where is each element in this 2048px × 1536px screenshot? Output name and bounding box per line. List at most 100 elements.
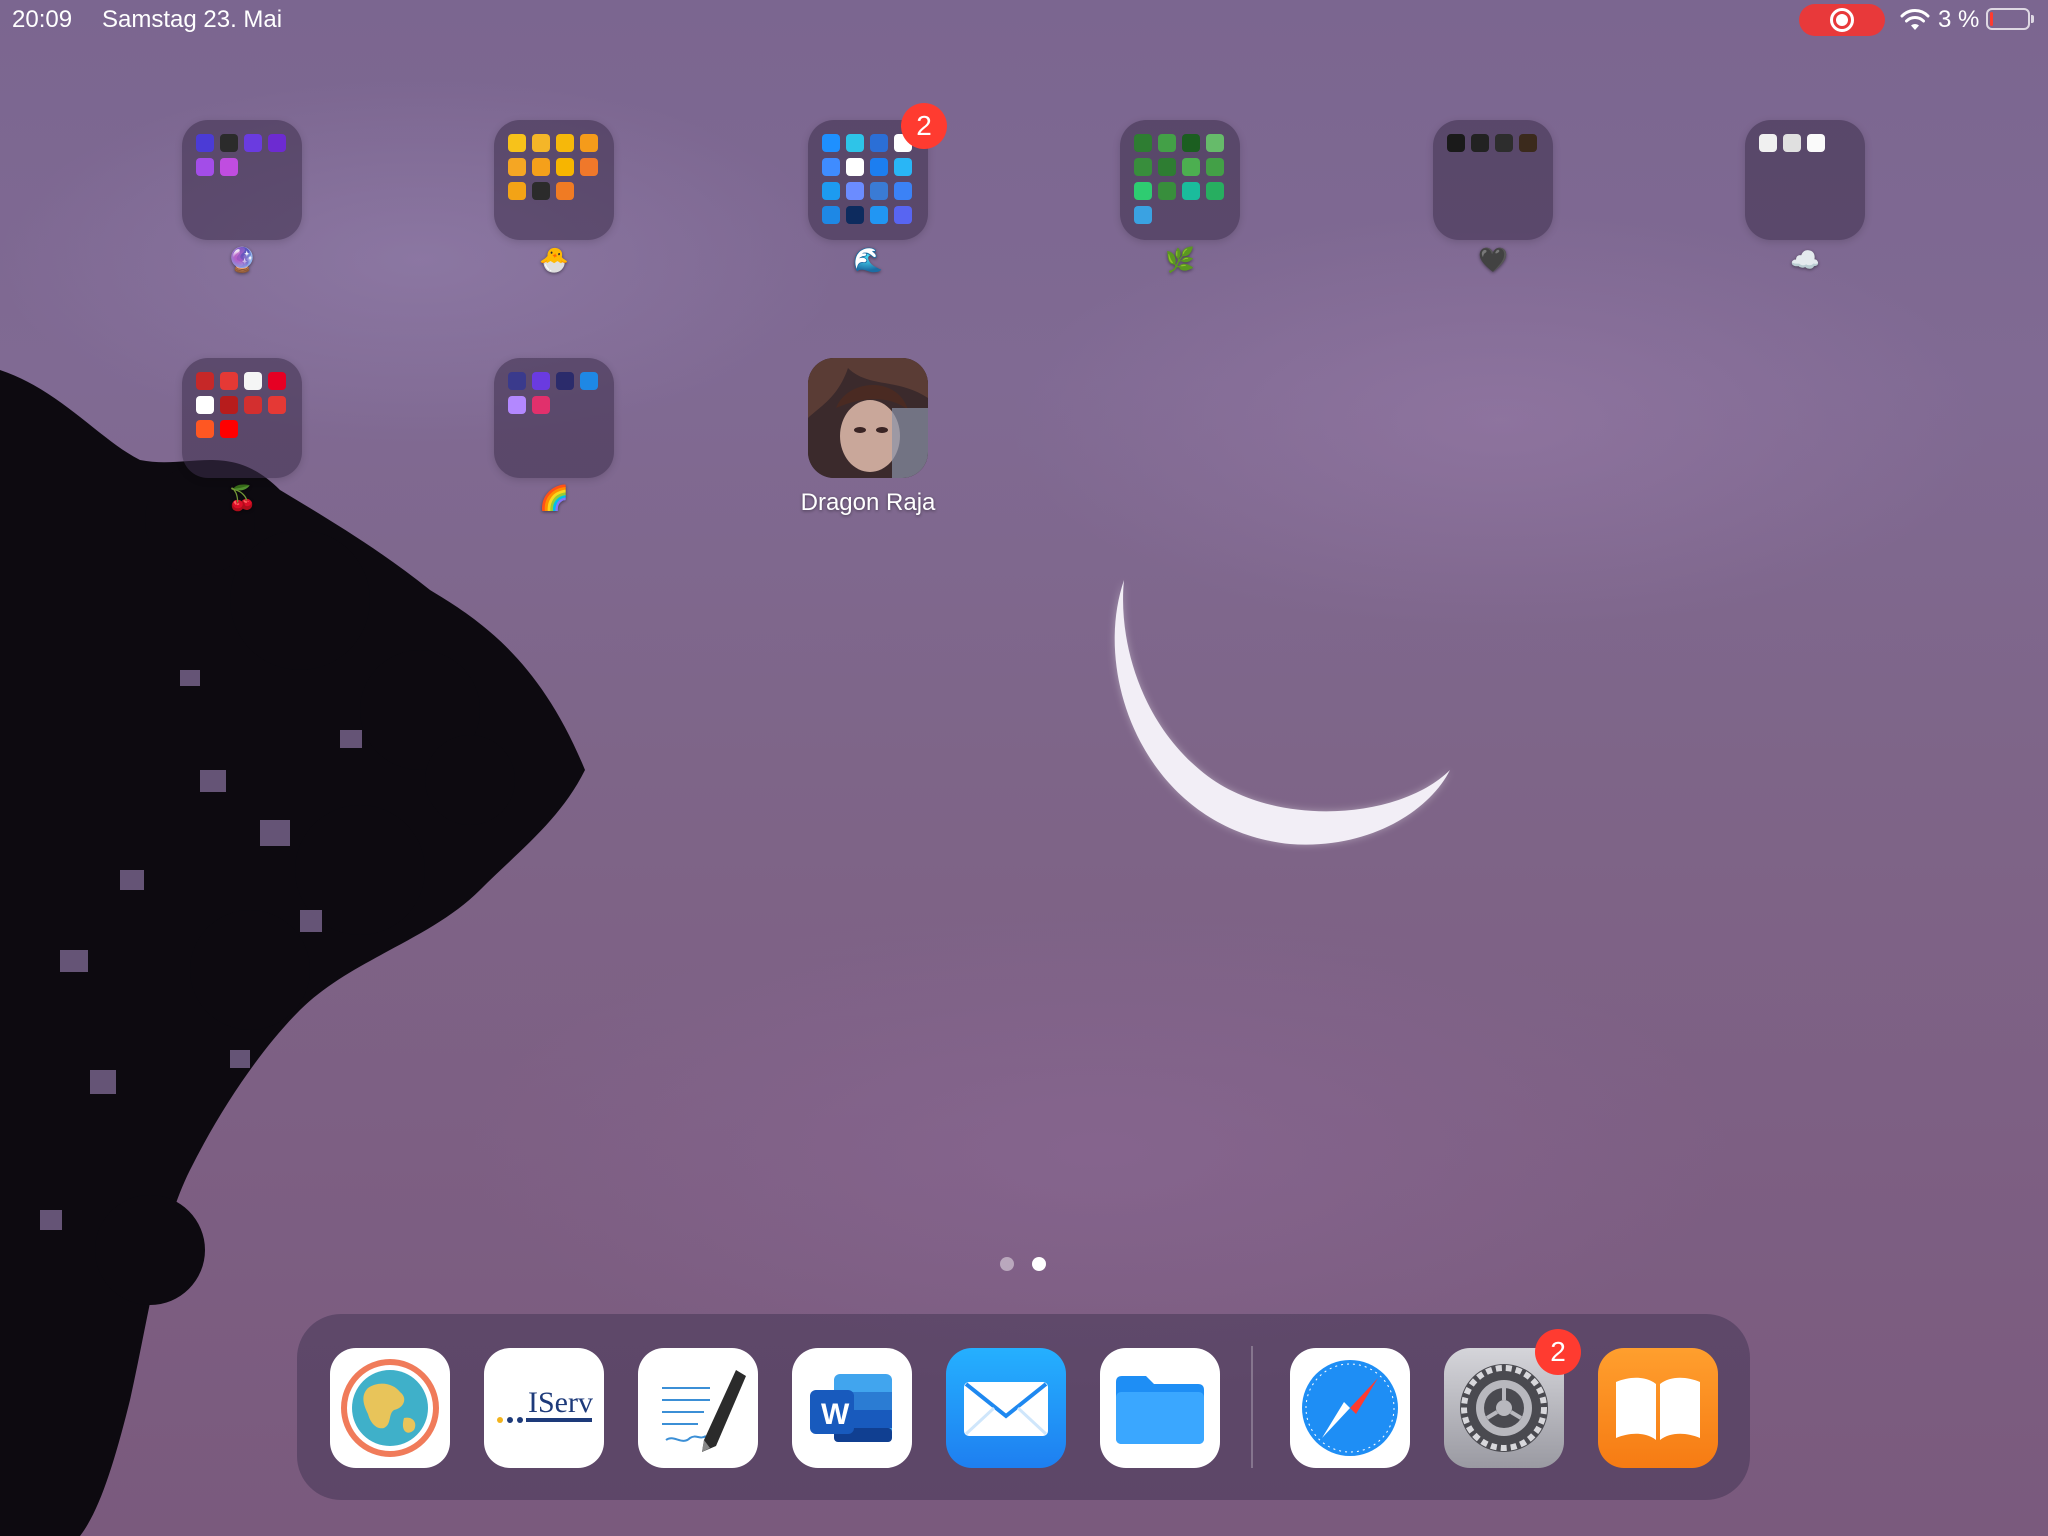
pen-paper-icon <box>662 1370 746 1452</box>
folder-mini-app-icon <box>508 134 526 152</box>
app-folder[interactable] <box>494 120 614 240</box>
folder-mini-app-icon <box>894 206 912 224</box>
folder-mini-app-icon <box>580 158 598 176</box>
settings-notification-badge: 2 <box>1535 1329 1581 1375</box>
folder-mini-app-icon <box>532 396 550 414</box>
folder-mini-app-icon <box>220 134 238 152</box>
folder-mini-app-icon <box>268 396 286 414</box>
folder-mini-app-icon <box>870 158 888 176</box>
folder-mini-app-icon <box>196 372 214 390</box>
folder-mini-app-icon <box>220 372 238 390</box>
app-dragon-raja[interactable] <box>808 358 928 478</box>
word-icon <box>810 1374 892 1442</box>
folder-mini-app-icon <box>870 134 888 152</box>
folder-mini-app-icon <box>1206 158 1224 176</box>
app-folder[interactable] <box>494 358 614 478</box>
page-dot-1[interactable] <box>1000 1257 1014 1271</box>
dragon-raja-icon <box>808 358 928 478</box>
folder-preview-grid <box>1134 134 1226 224</box>
folder-mini-app-icon <box>580 372 598 390</box>
folder-mini-app-icon <box>508 396 526 414</box>
status-date: Samstag 23. Mai <box>102 6 283 33</box>
folder-label: 🍒 <box>227 485 257 512</box>
folder-mini-app-icon <box>532 372 550 390</box>
dock-app-files[interactable] <box>1100 1348 1220 1468</box>
folder-mini-app-icon <box>508 372 526 390</box>
dock-app-google-earth[interactable] <box>330 1348 450 1468</box>
folder-mini-app-icon <box>1158 182 1176 200</box>
page-dot-2[interactable] <box>1032 1257 1046 1271</box>
folder-mini-app-icon <box>556 158 574 176</box>
folder-mini-app-icon <box>196 396 214 414</box>
folder-mini-app-icon <box>894 158 912 176</box>
folder-mini-app-icon <box>1134 206 1152 224</box>
folder-mini-app-icon <box>846 158 864 176</box>
folder-mini-app-icon <box>822 206 840 224</box>
compass-icon <box>1302 1360 1398 1456</box>
page-indicator[interactable] <box>1000 1257 1048 1271</box>
dock-app-iserv[interactable]: IServ <box>484 1348 604 1468</box>
folder-mini-app-icon <box>1134 158 1152 176</box>
folder-mini-app-icon <box>556 134 574 152</box>
folder-preview-grid <box>508 372 600 414</box>
folder-mini-app-icon <box>822 134 840 152</box>
folder-mini-app-icon <box>1783 134 1801 152</box>
folder-mini-app-icon <box>1495 134 1513 152</box>
folder-mini-app-icon <box>846 134 864 152</box>
folder-label: 🌿 <box>1165 247 1195 274</box>
folder-mini-app-icon <box>196 134 214 152</box>
crescent-moon <box>1114 580 1450 845</box>
folder-mini-app-icon <box>870 182 888 200</box>
status-bar: 20:09 Samstag 23. Mai 3 % <box>0 0 2048 40</box>
folder-mini-app-icon <box>196 420 214 438</box>
folder-mini-app-icon <box>1807 134 1825 152</box>
envelope-icon <box>964 1382 1048 1436</box>
dock-separator <box>1251 1346 1253 1468</box>
dock-app-books[interactable] <box>1598 1348 1718 1468</box>
folder-preview-grid <box>1447 134 1539 152</box>
folder-mini-app-icon <box>1158 158 1176 176</box>
battery-percent: 3 % <box>1938 6 1980 33</box>
folder-mini-app-icon <box>268 372 286 390</box>
folder-mini-app-icon <box>1182 158 1200 176</box>
book-icon <box>1616 1377 1700 1440</box>
word-letter: W <box>821 1398 850 1431</box>
app-folder[interactable] <box>1745 120 1865 240</box>
folder-preview-grid <box>1759 134 1851 152</box>
dock-app-word[interactable]: W <box>792 1348 912 1468</box>
dock-app-notes[interactable] <box>638 1348 758 1468</box>
folder-mini-app-icon <box>508 158 526 176</box>
folder-mini-app-icon <box>196 158 214 176</box>
folder-label: 🌊 <box>853 247 883 274</box>
dock-app-safari[interactable] <box>1290 1348 1410 1468</box>
folder-preview-grid <box>196 372 288 438</box>
globe-icon <box>341 1359 439 1457</box>
folder-preview-grid <box>508 134 600 200</box>
folder-label: 🔮 <box>227 247 257 274</box>
app-folder[interactable] <box>182 120 302 240</box>
folder-preview-grid <box>822 134 914 224</box>
folder-label: 🌈 <box>539 485 569 512</box>
folder-mini-app-icon <box>1447 134 1465 152</box>
screen-recording-icon[interactable] <box>1799 4 1885 36</box>
folder-notification-badge: 2 <box>901 103 947 149</box>
folder-mini-app-icon <box>846 182 864 200</box>
folder-mini-app-icon <box>244 134 262 152</box>
app-folder[interactable] <box>1433 120 1553 240</box>
folder-mini-app-icon <box>580 134 598 152</box>
folder-mini-app-icon <box>532 182 550 200</box>
folder-mini-app-icon <box>1134 182 1152 200</box>
folder-mini-app-icon <box>244 372 262 390</box>
app-folder[interactable] <box>1120 120 1240 240</box>
folder-label: ☁️ <box>1790 247 1820 274</box>
dock-app-mail[interactable] <box>946 1348 1066 1468</box>
folder-mini-app-icon <box>894 182 912 200</box>
folder-mini-app-icon <box>220 158 238 176</box>
folder-mini-app-icon <box>822 182 840 200</box>
app-folder[interactable] <box>182 358 302 478</box>
folder-mini-app-icon <box>532 134 550 152</box>
battery-level <box>1990 12 1993 26</box>
folder-mini-app-icon <box>1134 134 1152 152</box>
folder-mini-app-icon <box>822 158 840 176</box>
dock: IServ W <box>297 1314 1750 1500</box>
